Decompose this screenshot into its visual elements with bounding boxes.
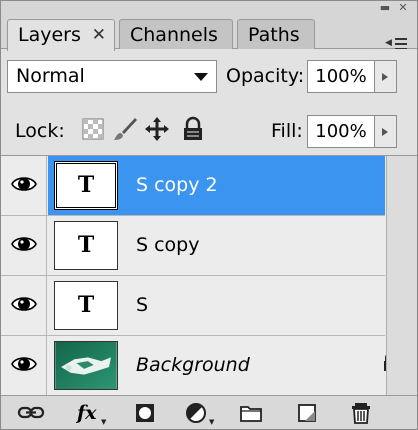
eye-icon	[11, 237, 37, 251]
fx-label: fx	[77, 402, 97, 424]
lock-image-pixels-icon[interactable]	[111, 115, 139, 143]
tab-layers[interactable]: Layers ✕	[7, 19, 115, 51]
tab-paths[interactable]: Paths	[237, 19, 315, 50]
layer-list: T S copy 2 T S copy T S Background	[1, 155, 417, 396]
layer-name[interactable]: S copy	[136, 234, 199, 256]
layer-style-icon[interactable]: fx ▼	[77, 402, 106, 426]
layers-panel: ▬ ✕ Layers ✕ Channels Paths ◀ Normal Opa…	[0, 0, 418, 430]
add-mask-icon[interactable]	[131, 402, 159, 424]
link-layers-icon[interactable]	[17, 402, 45, 424]
visibility-toggle[interactable]	[1, 336, 47, 395]
blend-mode-value: Normal	[16, 65, 85, 87]
layer-row-s[interactable]: T S	[1, 276, 385, 336]
layers-bottom-toolbar: fx ▼ ▼	[1, 395, 417, 429]
lock-transparent-pixels-icon[interactable]	[79, 115, 107, 143]
tab-channels-label: Channels	[130, 24, 218, 46]
adjustment-layer-icon[interactable]: ▼	[185, 402, 214, 426]
lock-position-icon[interactable]	[143, 115, 171, 143]
lock-all-icon[interactable]	[179, 115, 207, 143]
layer-thumbnail: T	[54, 161, 118, 210]
layer-list-scrollbar[interactable]	[386, 156, 417, 396]
tab-layers-label: Layers	[18, 24, 81, 46]
fill-input[interactable]: 100%	[307, 115, 375, 148]
tab-paths-label: Paths	[248, 24, 300, 46]
delete-layer-icon[interactable]	[347, 402, 375, 424]
visibility-toggle[interactable]	[1, 156, 47, 215]
close-panel-icon[interactable]: ✕	[397, 1, 409, 15]
layer-options: Normal Opacity: 100% Lock: Fill: 100%	[1, 49, 417, 155]
fill-slider-button[interactable]	[375, 115, 397, 148]
visibility-toggle[interactable]	[1, 276, 47, 335]
new-group-icon[interactable]	[237, 402, 265, 424]
fill-label: Fill:	[271, 120, 303, 142]
eye-icon	[11, 357, 37, 371]
opacity-input[interactable]: 100%	[307, 60, 375, 93]
layer-name[interactable]: S	[136, 294, 148, 316]
background-thumbnail	[54, 341, 118, 390]
layer-name[interactable]: Background	[136, 354, 250, 376]
eye-icon	[11, 177, 37, 191]
eye-icon	[11, 297, 37, 311]
layer-thumbnail: T	[54, 281, 118, 330]
lock-label: Lock:	[15, 120, 65, 142]
opacity-label: Opacity:	[226, 65, 305, 87]
layer-thumbnail: T	[54, 221, 118, 270]
layer-name[interactable]: S copy 2	[136, 174, 218, 196]
new-layer-icon[interactable]	[293, 402, 321, 424]
layer-row-s-copy-2[interactable]: T S copy 2	[1, 156, 385, 216]
tab-channels[interactable]: Channels	[119, 19, 233, 50]
blend-mode-select[interactable]: Normal	[7, 60, 217, 93]
visibility-toggle[interactable]	[1, 216, 47, 275]
layer-row-s-copy[interactable]: T S copy	[1, 216, 385, 276]
opacity-slider-button[interactable]	[375, 60, 397, 93]
tab-strip: Layers ✕ Channels Paths ◀	[1, 15, 417, 51]
chevron-down-icon	[194, 73, 208, 81]
layer-row-background[interactable]: Background	[1, 336, 398, 396]
close-tab-icon[interactable]: ✕	[92, 20, 106, 50]
minimize-icon[interactable]: ▬	[379, 1, 391, 15]
